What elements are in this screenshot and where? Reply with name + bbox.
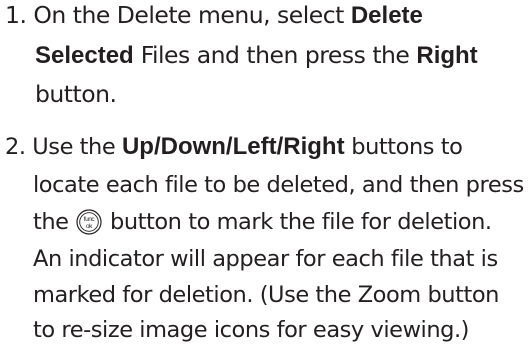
bold-term: Right [416, 42, 478, 69]
text-run: the [33, 209, 76, 235]
step-1-line-2: Selected Files and then press the Right [35, 41, 478, 70]
func-icon-label: func [84, 216, 96, 223]
step-2-line-4: An indicator will appear for each file t… [33, 245, 498, 273]
text-run: Use the [25, 134, 122, 160]
text-run: button to mark the file for deletion. [103, 209, 492, 235]
text-run: button. [35, 80, 117, 108]
instruction-page: 1. On the Delete menu, select Delete Sel… [0, 0, 529, 344]
step-1-line-3: button. [35, 80, 117, 108]
step-number: 1. [5, 1, 27, 29]
func-ok-button-icon: func ok [76, 209, 102, 235]
step-2-line-3: the func ok button to mark the file for d… [33, 208, 492, 236]
text-run: locate each file to be deleted, and then… [33, 172, 524, 198]
text-run: Files and then press the [133, 41, 417, 69]
bold-term: Up/Down/Left/Right [121, 133, 345, 160]
text-run: buttons to [344, 134, 463, 160]
text-run: On the Delete menu, select [26, 1, 351, 29]
step-2-line-6: to re-size image icons for easy viewing.… [33, 316, 469, 344]
step-2-line-2: locate each file to be deleted, and then… [33, 171, 524, 199]
step-1-line-1: 1. On the Delete menu, select Delete [5, 1, 423, 30]
text-run: to re-size image icons for easy viewing.… [33, 317, 469, 343]
step-number: 2. [5, 134, 26, 160]
step-2-line-5: marked for deletion. (Use the Zoom butto… [33, 281, 499, 309]
bold-term: Delete [350, 2, 423, 29]
step-2-line-1: 2. Use the Up/Down/Left/Right buttons to [5, 133, 463, 161]
text-run: marked for deletion. (Use the Zoom butto… [33, 282, 499, 308]
bold-term: Selected [35, 42, 134, 69]
text-run: An indicator will appear for each file t… [33, 246, 498, 272]
